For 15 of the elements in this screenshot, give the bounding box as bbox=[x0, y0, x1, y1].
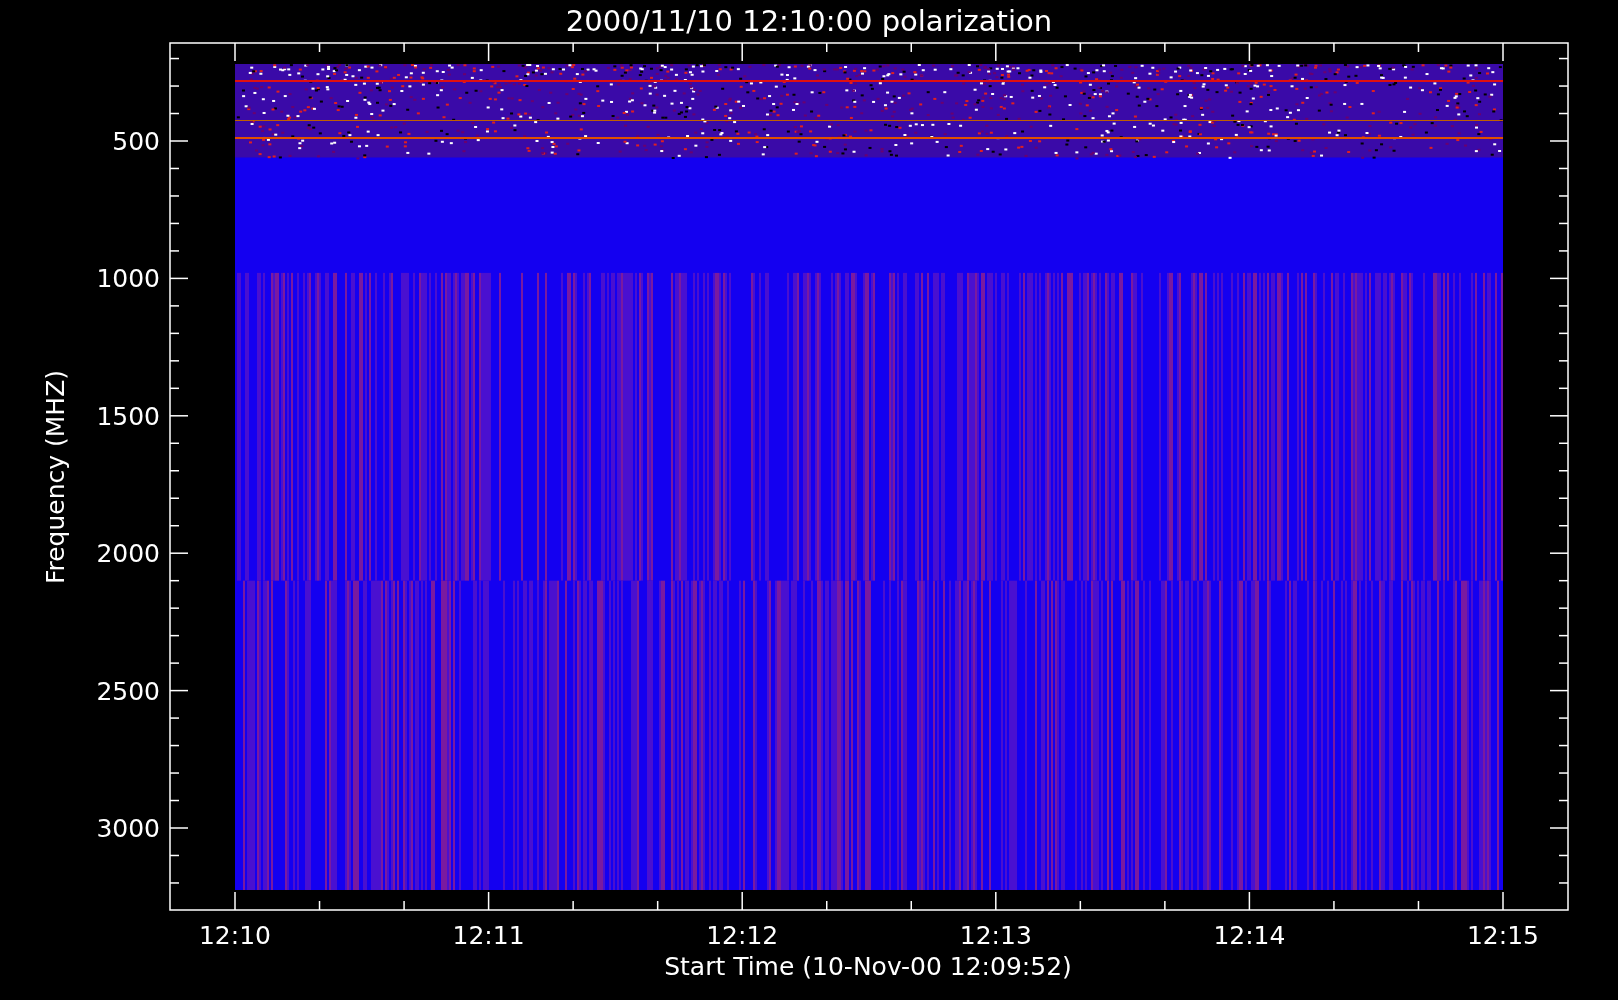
y-tick-label: 2500 bbox=[96, 676, 160, 706]
y-tick-label: 1500 bbox=[96, 401, 160, 431]
x-axis-label: Start Time (10-Nov-00 12:09:52) bbox=[664, 952, 1072, 981]
x-tick-label: 12:15 bbox=[1467, 921, 1539, 950]
x-tick-label: 12:14 bbox=[1213, 921, 1286, 950]
x-tick-label: 12:11 bbox=[452, 921, 525, 950]
y-axis-label: Frequency (MHZ) bbox=[41, 369, 70, 585]
x-tick-label: 12:10 bbox=[199, 921, 271, 950]
plot-title: 2000/11/10 12:10:00 polarization bbox=[565, 4, 1053, 38]
x-tick-label: 12:12 bbox=[706, 921, 779, 950]
x-tick-label: 12:13 bbox=[959, 921, 1032, 950]
y-tick-label: 500 bbox=[112, 127, 160, 156]
y-tick-label: 2000 bbox=[96, 539, 160, 569]
y-tick-label: 3000 bbox=[96, 814, 160, 843]
y-tick-label: 1000 bbox=[96, 264, 160, 294]
